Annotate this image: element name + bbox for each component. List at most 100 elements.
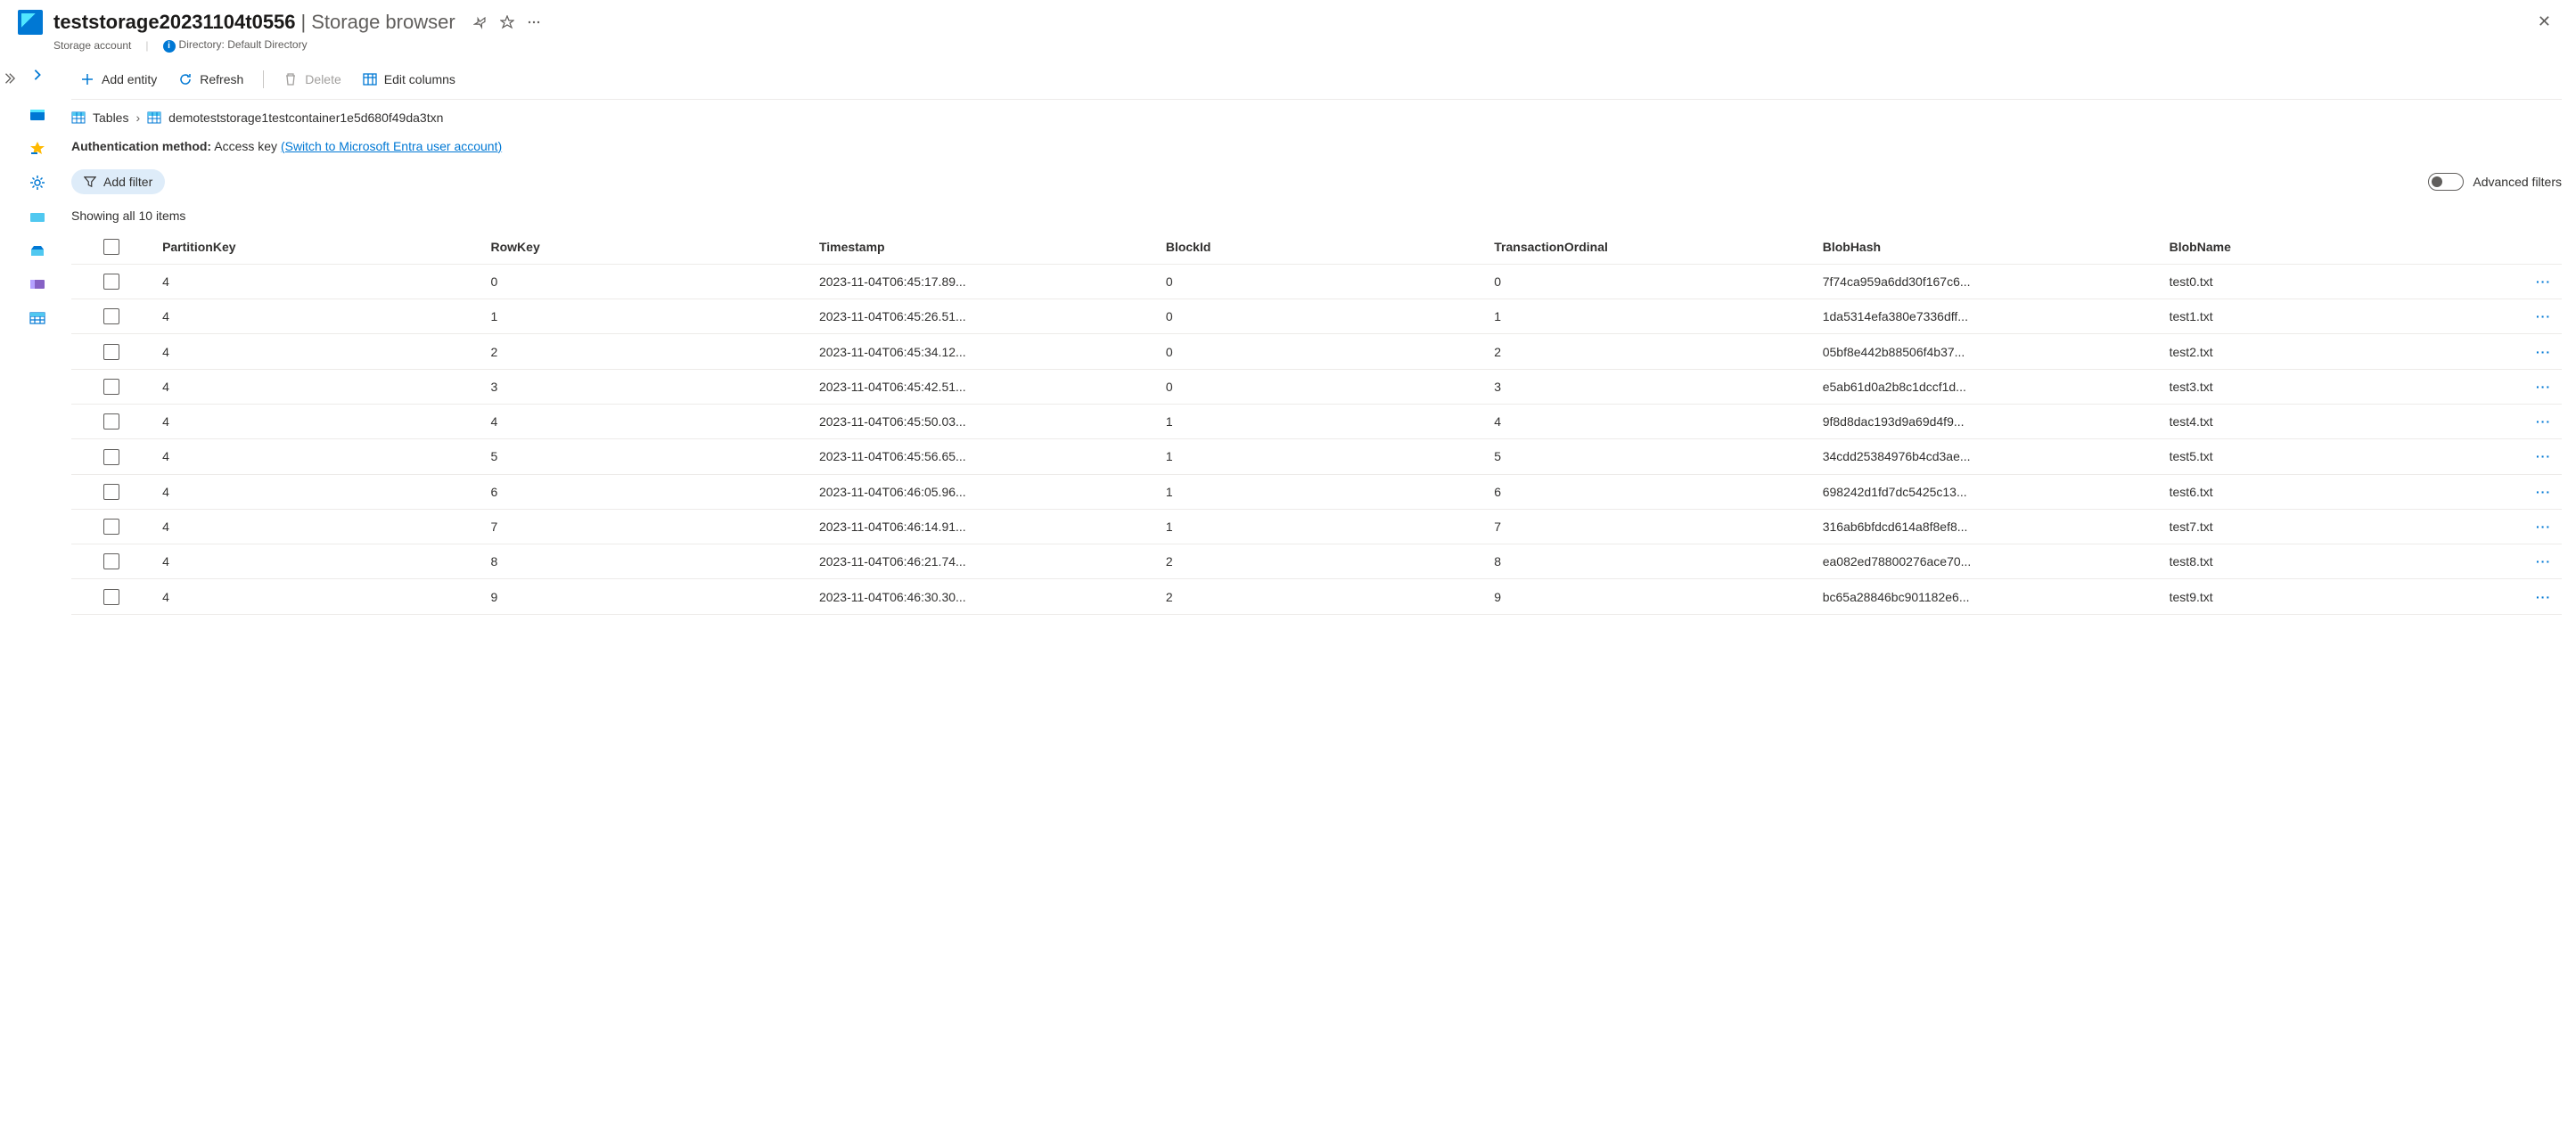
cell-blockid: 0 (1155, 334, 1483, 369)
rail-containers-icon[interactable] (29, 209, 45, 225)
col-blobhash[interactable]: BlobHash (1812, 230, 2159, 265)
row-checkbox[interactable] (103, 449, 119, 465)
row-more-icon[interactable]: ··· (2536, 590, 2551, 604)
cell-blobhash: e5ab61d0a2b8c1dccf1d... (1812, 369, 2159, 404)
row-checkbox[interactable] (103, 484, 119, 500)
cell-partitionkey: 4 (152, 299, 480, 334)
col-partitionkey[interactable]: PartitionKey (152, 230, 480, 265)
table-row[interactable]: 4 3 2023-11-04T06:45:42.51... 0 3 e5ab61… (71, 369, 2562, 404)
auth-switch-link[interactable]: (Switch to Microsoft Entra user account) (281, 139, 502, 153)
cell-partitionkey: 4 (152, 404, 480, 438)
row-more-icon[interactable]: ··· (2536, 274, 2551, 289)
cell-partitionkey: 4 (152, 579, 480, 614)
cell-blobname: test5.txt (2159, 439, 2487, 474)
expand-chevron[interactable] (0, 60, 18, 1121)
breadcrumb-current[interactable]: demoteststorage1testcontainer1e5d680f49d… (168, 110, 443, 125)
col-rowkey[interactable]: RowKey (480, 230, 808, 265)
breadcrumb-tables[interactable]: Tables (93, 110, 128, 125)
delete-button: Delete (275, 67, 349, 92)
add-filter-button[interactable]: Add filter (71, 169, 165, 194)
cell-transactionordinal: 3 (1483, 369, 1811, 404)
cell-blobhash: 34cdd25384976b4cd3ae... (1812, 439, 2159, 474)
rail-favorites-icon[interactable] (29, 141, 45, 157)
cell-timestamp: 2023-11-04T06:45:50.03... (808, 404, 1155, 438)
filter-icon (84, 176, 96, 188)
cell-transactionordinal: 9 (1483, 579, 1811, 614)
advanced-filters-label: Advanced filters (2473, 175, 2562, 189)
table-row[interactable]: 4 1 2023-11-04T06:45:26.51... 0 1 1da531… (71, 299, 2562, 334)
col-transactionordinal[interactable]: TransactionOrdinal (1483, 230, 1811, 265)
pin-icon[interactable] (473, 15, 488, 29)
row-checkbox[interactable] (103, 413, 119, 430)
select-all-checkbox[interactable] (103, 239, 119, 255)
row-checkbox[interactable] (103, 274, 119, 290)
row-checkbox[interactable] (103, 344, 119, 360)
cell-transactionordinal: 4 (1483, 404, 1811, 438)
row-checkbox[interactable] (103, 308, 119, 324)
page-header: teststorage20231104t0556 | Storage brows… (0, 0, 2576, 60)
cell-partitionkey: 4 (152, 509, 480, 544)
table-row[interactable]: 4 4 2023-11-04T06:45:50.03... 1 4 9f8d8d… (71, 404, 2562, 438)
more-icon[interactable] (527, 15, 541, 29)
table-row[interactable]: 4 6 2023-11-04T06:46:05.96... 1 6 698242… (71, 474, 2562, 509)
cell-blobname: test8.txt (2159, 544, 2487, 579)
advanced-filters-toggle[interactable] (2428, 173, 2464, 191)
table-row[interactable]: 4 5 2023-11-04T06:45:56.65... 1 5 34cdd2… (71, 439, 2562, 474)
row-more-icon[interactable]: ··· (2536, 414, 2551, 429)
cell-timestamp: 2023-11-04T06:46:21.74... (808, 544, 1155, 579)
cell-transactionordinal: 6 (1483, 474, 1811, 509)
rail-queues-icon[interactable] (29, 276, 45, 292)
row-checkbox[interactable] (103, 553, 119, 569)
row-more-icon[interactable]: ··· (2536, 309, 2551, 323)
rail-chevron-icon[interactable] (31, 69, 44, 84)
cell-rowkey: 1 (480, 299, 808, 334)
table-row[interactable]: 4 0 2023-11-04T06:45:17.89... 0 0 7f74ca… (71, 264, 2562, 299)
cell-timestamp: 2023-11-04T06:45:17.89... (808, 264, 1155, 299)
cell-blobname: test0.txt (2159, 264, 2487, 299)
cell-blobname: test3.txt (2159, 369, 2487, 404)
left-rail (18, 60, 57, 1121)
rail-tables-icon[interactable] (29, 310, 45, 326)
row-more-icon[interactable]: ··· (2536, 449, 2551, 463)
row-checkbox[interactable] (103, 379, 119, 395)
row-checkbox[interactable] (103, 589, 119, 605)
col-blobname[interactable]: BlobName (2159, 230, 2487, 265)
cell-blobhash: 9f8d8dac193d9a69d4f9... (1812, 404, 2159, 438)
cell-blobname: test1.txt (2159, 299, 2487, 334)
cell-blockid: 2 (1155, 579, 1483, 614)
table-row[interactable]: 4 7 2023-11-04T06:46:14.91... 1 7 316ab6… (71, 509, 2562, 544)
row-more-icon[interactable]: ··· (2536, 380, 2551, 394)
chevron-right-icon: › (135, 110, 140, 125)
col-blockid[interactable]: BlockId (1155, 230, 1483, 265)
cell-timestamp: 2023-11-04T06:45:26.51... (808, 299, 1155, 334)
cell-transactionordinal: 1 (1483, 299, 1811, 334)
rail-settings-icon[interactable] (29, 175, 45, 191)
refresh-button[interactable]: Refresh (169, 67, 252, 92)
row-more-icon[interactable]: ··· (2536, 345, 2551, 359)
cell-transactionordinal: 7 (1483, 509, 1811, 544)
edit-columns-button[interactable]: Edit columns (354, 67, 464, 92)
row-checkbox[interactable] (103, 519, 119, 535)
row-more-icon[interactable]: ··· (2536, 554, 2551, 569)
table-row[interactable]: 4 9 2023-11-04T06:46:30.30... 2 9 bc65a2… (71, 579, 2562, 614)
subtitle: Storage account (53, 39, 131, 52)
col-timestamp[interactable]: Timestamp (808, 230, 1155, 265)
cell-blockid: 0 (1155, 369, 1483, 404)
row-more-icon[interactable]: ··· (2536, 520, 2551, 534)
close-button[interactable]: ✕ (2531, 9, 2558, 35)
add-entity-button[interactable]: Add entity (71, 67, 166, 92)
cell-partitionkey: 4 (152, 334, 480, 369)
cell-rowkey: 0 (480, 264, 808, 299)
cell-blobname: test6.txt (2159, 474, 2487, 509)
table-row[interactable]: 4 8 2023-11-04T06:46:21.74... 2 8 ea082e… (71, 544, 2562, 579)
cell-blobname: test2.txt (2159, 334, 2487, 369)
row-more-icon[interactable]: ··· (2536, 485, 2551, 499)
rail-fileshares-icon[interactable] (29, 242, 45, 258)
cell-rowkey: 9 (480, 579, 808, 614)
table-row[interactable]: 4 2 2023-11-04T06:45:34.12... 0 2 05bf8e… (71, 334, 2562, 369)
cell-partitionkey: 4 (152, 369, 480, 404)
rail-overview-icon[interactable] (29, 107, 45, 123)
cell-blobhash: 698242d1fd7dc5425c13... (1812, 474, 2159, 509)
star-icon[interactable] (500, 15, 514, 29)
cell-partitionkey: 4 (152, 544, 480, 579)
